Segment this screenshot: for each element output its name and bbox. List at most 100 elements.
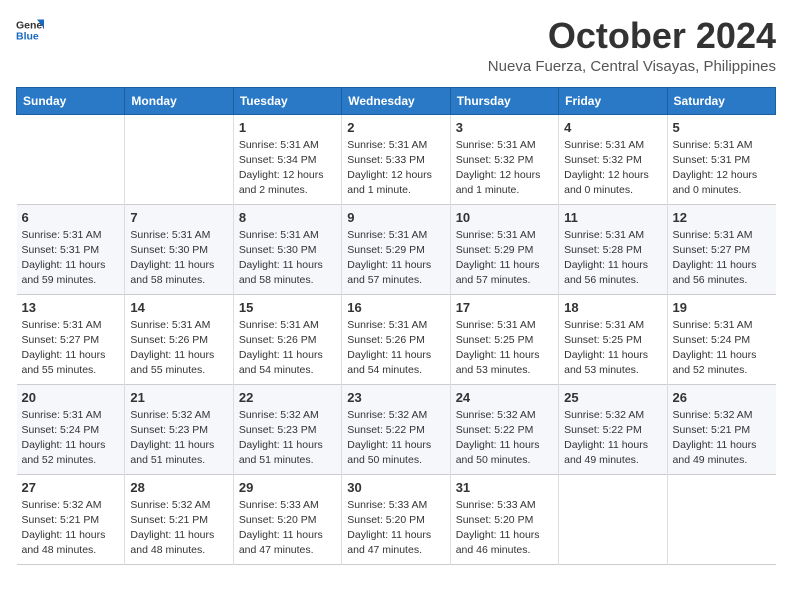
calendar-subtitle: Nueva Fuerza, Central Visayas, Philippin… <box>488 58 776 75</box>
day-info: Sunrise: 5:32 AM Sunset: 5:22 PM Dayligh… <box>347 408 444 469</box>
day-cell: 24Sunrise: 5:32 AM Sunset: 5:22 PM Dayli… <box>450 384 558 474</box>
day-number: 3 <box>456 120 553 135</box>
col-header-tuesday: Tuesday <box>233 87 341 114</box>
day-info: Sunrise: 5:31 AM Sunset: 5:25 PM Dayligh… <box>456 318 553 379</box>
col-header-saturday: Saturday <box>667 87 775 114</box>
day-number: 21 <box>130 390 227 405</box>
day-info: Sunrise: 5:33 AM Sunset: 5:20 PM Dayligh… <box>239 498 336 559</box>
day-cell: 27 Sunrise: 5:32 AM Sunset: 5:21 PM Dayli… <box>17 474 125 564</box>
day-info: Sunrise: 5:32 AM Sunset: 5:21 PM Dayligh… <box>130 498 227 559</box>
day-cell: 31Sunrise: 5:33 AM Sunset: 5:20 PM Dayli… <box>450 474 558 564</box>
header-row: SundayMondayTuesdayWednesdayThursdayFrid… <box>17 87 776 114</box>
day-cell: 10Sunrise: 5:31 AM Sunset: 5:29 PM Dayli… <box>450 204 558 294</box>
week-row-2: 6 Sunrise: 5:31 AM Sunset: 5:31 PM Daylig… <box>17 204 776 294</box>
col-header-sunday: Sunday <box>17 87 125 114</box>
svg-text:Blue: Blue <box>16 31 39 43</box>
week-row-5: 27 Sunrise: 5:32 AM Sunset: 5:21 PM Dayli… <box>17 474 776 564</box>
day-number: 9 <box>347 210 444 225</box>
day-cell: 30 Sunrise: 5:33 AM Sunset: 5:20 PM Dayli… <box>342 474 450 564</box>
day-number: 13 <box>22 300 120 315</box>
day-info: Sunrise: 5:31 AM Sunset: 5:24 PM Dayligh… <box>673 318 771 379</box>
day-number: 20 <box>22 390 120 405</box>
header: General Blue October 2024 Nueva Fuerza, … <box>16 16 776 75</box>
day-cell: 22 Sunrise: 5:32 AM Sunset: 5:23 PM Dayli… <box>233 384 341 474</box>
day-info: Sunrise: 5:31 AM Sunset: 5:31 PM Dayligh… <box>673 138 771 199</box>
day-cell: 26Sunrise: 5:32 AM Sunset: 5:21 PM Dayli… <box>667 384 775 474</box>
day-info: Sunrise: 5:32 AM Sunset: 5:23 PM Dayligh… <box>130 408 227 469</box>
day-cell: 4Sunrise: 5:31 AM Sunset: 5:32 PM Daylig… <box>559 114 667 204</box>
day-info: Sunrise: 5:31 AM Sunset: 5:30 PM Dayligh… <box>130 228 227 289</box>
day-info: Sunrise: 5:32 AM Sunset: 5:23 PM Dayligh… <box>239 408 336 469</box>
day-cell: 19Sunrise: 5:31 AM Sunset: 5:24 PM Dayli… <box>667 294 775 384</box>
day-number: 27 <box>22 480 120 495</box>
day-info: Sunrise: 5:31 AM Sunset: 5:27 PM Dayligh… <box>673 228 771 289</box>
day-number: 2 <box>347 120 444 135</box>
day-info: Sunrise: 5:33 AM Sunset: 5:20 PM Dayligh… <box>347 498 444 559</box>
day-info: Sunrise: 5:31 AM Sunset: 5:28 PM Dayligh… <box>564 228 661 289</box>
day-info: Sunrise: 5:31 AM Sunset: 5:34 PM Dayligh… <box>239 138 336 199</box>
day-info: Sunrise: 5:31 AM Sunset: 5:31 PM Dayligh… <box>22 228 120 289</box>
day-number: 17 <box>456 300 553 315</box>
logo: General Blue <box>16 16 44 44</box>
day-info: Sunrise: 5:32 AM Sunset: 5:21 PM Dayligh… <box>22 498 120 559</box>
day-cell: 5Sunrise: 5:31 AM Sunset: 5:31 PM Daylig… <box>667 114 775 204</box>
day-cell: 2 Sunrise: 5:31 AM Sunset: 5:33 PM Daylig… <box>342 114 450 204</box>
day-number: 16 <box>347 300 444 315</box>
day-number: 30 <box>347 480 444 495</box>
day-cell: 20 Sunrise: 5:31 AM Sunset: 5:24 PM Dayli… <box>17 384 125 474</box>
day-info: Sunrise: 5:31 AM Sunset: 5:26 PM Dayligh… <box>239 318 336 379</box>
calendar-table: SundayMondayTuesdayWednesdayThursdayFrid… <box>16 87 776 565</box>
day-info: Sunrise: 5:31 AM Sunset: 5:25 PM Dayligh… <box>564 318 661 379</box>
day-cell: 18 Sunrise: 5:31 AM Sunset: 5:25 PM Dayli… <box>559 294 667 384</box>
col-header-thursday: Thursday <box>450 87 558 114</box>
day-cell <box>125 114 233 204</box>
day-cell: 13Sunrise: 5:31 AM Sunset: 5:27 PM Dayli… <box>17 294 125 384</box>
day-number: 26 <box>673 390 771 405</box>
day-cell: 1 Sunrise: 5:31 AM Sunset: 5:34 PM Daylig… <box>233 114 341 204</box>
day-info: Sunrise: 5:31 AM Sunset: 5:29 PM Dayligh… <box>347 228 444 289</box>
title-area: October 2024 Nueva Fuerza, Central Visay… <box>488 16 776 75</box>
day-cell: 15 Sunrise: 5:31 AM Sunset: 5:26 PM Dayli… <box>233 294 341 384</box>
day-number: 11 <box>564 210 661 225</box>
week-row-4: 20 Sunrise: 5:31 AM Sunset: 5:24 PM Dayli… <box>17 384 776 474</box>
day-cell: 17 Sunrise: 5:31 AM Sunset: 5:25 PM Dayli… <box>450 294 558 384</box>
day-cell: 21 Sunrise: 5:32 AM Sunset: 5:23 PM Dayli… <box>125 384 233 474</box>
day-number: 18 <box>564 300 661 315</box>
col-header-friday: Friday <box>559 87 667 114</box>
col-header-monday: Monday <box>125 87 233 114</box>
day-number: 28 <box>130 480 227 495</box>
day-number: 22 <box>239 390 336 405</box>
day-number: 14 <box>130 300 227 315</box>
day-number: 23 <box>347 390 444 405</box>
day-cell: 28 Sunrise: 5:32 AM Sunset: 5:21 PM Dayli… <box>125 474 233 564</box>
day-number: 24 <box>456 390 553 405</box>
general-blue-logo-icon: General Blue <box>16 16 44 44</box>
day-cell: 11 Sunrise: 5:31 AM Sunset: 5:28 PM Dayli… <box>559 204 667 294</box>
day-info: Sunrise: 5:31 AM Sunset: 5:33 PM Dayligh… <box>347 138 444 199</box>
col-header-wednesday: Wednesday <box>342 87 450 114</box>
day-info: Sunrise: 5:31 AM Sunset: 5:26 PM Dayligh… <box>130 318 227 379</box>
day-cell: 16 Sunrise: 5:31 AM Sunset: 5:26 PM Dayli… <box>342 294 450 384</box>
day-number: 6 <box>22 210 120 225</box>
day-number: 7 <box>130 210 227 225</box>
day-info: Sunrise: 5:31 AM Sunset: 5:32 PM Dayligh… <box>564 138 661 199</box>
day-info: Sunrise: 5:31 AM Sunset: 5:32 PM Dayligh… <box>456 138 553 199</box>
week-row-3: 13Sunrise: 5:31 AM Sunset: 5:27 PM Dayli… <box>17 294 776 384</box>
day-cell: 14 Sunrise: 5:31 AM Sunset: 5:26 PM Dayli… <box>125 294 233 384</box>
day-cell: 12Sunrise: 5:31 AM Sunset: 5:27 PM Dayli… <box>667 204 775 294</box>
day-number: 31 <box>456 480 553 495</box>
day-cell <box>667 474 775 564</box>
day-info: Sunrise: 5:31 AM Sunset: 5:24 PM Dayligh… <box>22 408 120 469</box>
day-cell: 3 Sunrise: 5:31 AM Sunset: 5:32 PM Daylig… <box>450 114 558 204</box>
day-cell: 25Sunrise: 5:32 AM Sunset: 5:22 PM Dayli… <box>559 384 667 474</box>
day-cell: 9 Sunrise: 5:31 AM Sunset: 5:29 PM Daylig… <box>342 204 450 294</box>
day-number: 15 <box>239 300 336 315</box>
calendar-title: October 2024 <box>488 16 776 56</box>
day-number: 1 <box>239 120 336 135</box>
day-info: Sunrise: 5:31 AM Sunset: 5:30 PM Dayligh… <box>239 228 336 289</box>
day-cell: 29Sunrise: 5:33 AM Sunset: 5:20 PM Dayli… <box>233 474 341 564</box>
week-row-1: 1 Sunrise: 5:31 AM Sunset: 5:34 PM Daylig… <box>17 114 776 204</box>
day-info: Sunrise: 5:31 AM Sunset: 5:26 PM Dayligh… <box>347 318 444 379</box>
day-cell: 7 Sunrise: 5:31 AM Sunset: 5:30 PM Daylig… <box>125 204 233 294</box>
day-cell <box>559 474 667 564</box>
